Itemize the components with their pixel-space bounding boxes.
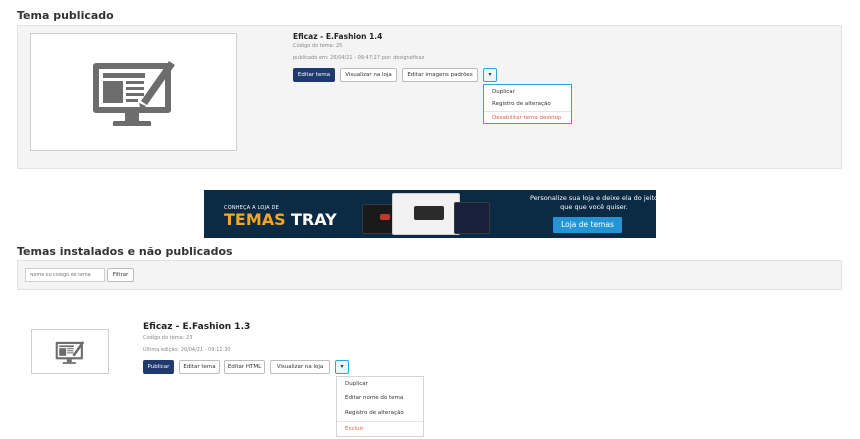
installed-section-title: Temas instalados e não publicados — [17, 245, 233, 258]
edit-theme-button[interactable]: Editar tema — [293, 68, 335, 82]
banner-word-temas: TEMAS — [224, 210, 286, 229]
installed-theme-last-edit: Última edição: 20/04/21 - 09:11:30 — [143, 347, 231, 353]
menu-item-duplicate[interactable]: Duplicar — [484, 86, 571, 98]
chevron-down-icon[interactable]: ▾ — [483, 68, 497, 82]
installed-theme-name: Eficaz - E.Fashion 1.3 — [143, 322, 251, 332]
published-theme-name: Eficaz - E.Fashion 1.4 — [293, 32, 383, 41]
installed-theme-code: Código do tema: 23 — [143, 335, 193, 341]
filter-bar: Filtrar — [17, 260, 842, 290]
published-theme-panel: Eficaz - E.Fashion 1.4 Código do tema: 2… — [17, 25, 842, 169]
menu-divider — [337, 421, 423, 422]
themes-store-button[interactable]: Loja de temas — [553, 217, 622, 233]
published-section-title: Tema publicado — [17, 9, 114, 22]
edit-html-button[interactable]: Editar HTML — [224, 360, 265, 374]
installed-theme-thumbnail — [31, 329, 109, 374]
banner-word-tray: TRAY — [291, 210, 337, 229]
menu-item-duplicate[interactable]: Duplicar — [337, 378, 423, 390]
installed-theme-menu: Duplicar Editar nome do tema Registro de… — [336, 376, 424, 437]
menu-item-rename-theme[interactable]: Editar nome do tema — [337, 392, 423, 404]
theme-search-input[interactable] — [25, 268, 105, 282]
banner-mockup-product — [414, 206, 444, 220]
banner-tagline: Personalize sua loja e deixe ela do jeit… — [530, 194, 656, 211]
view-in-store-button-installed[interactable]: Visualizar na loja — [270, 360, 330, 374]
tray-themes-store-banner[interactable]: CONHEÇA A LOJA DE TEMAS TRAY Personalize… — [204, 190, 656, 238]
menu-item-change-log[interactable]: Registro de alteração — [337, 407, 423, 419]
view-in-store-button[interactable]: Visualizar na loja — [340, 68, 397, 82]
banner-mockup-right — [454, 202, 490, 234]
published-theme-code: Código do tema: 25 — [293, 43, 343, 49]
menu-item-disable-desktop-theme[interactable]: Desabilitar tema desktop — [484, 112, 571, 124]
published-theme-menu: Duplicar Registro de alteração Desabilit… — [483, 84, 572, 124]
menu-item-delete[interactable]: Excluir — [337, 423, 423, 435]
publish-button[interactable]: Publicar — [143, 360, 174, 374]
edit-default-images-button[interactable]: Editar imagens padrões — [402, 68, 478, 82]
menu-item-change-log[interactable]: Registro de alteração — [484, 98, 571, 110]
filter-button[interactable]: Filtrar — [107, 268, 134, 282]
edit-theme-button-installed[interactable]: Editar tema — [179, 360, 220, 374]
published-theme-date: publicado em: 26/04/21 - 09:47:27 por: d… — [293, 55, 425, 61]
monitor-brush-icon — [55, 340, 85, 364]
chevron-down-icon[interactable]: ▾ — [335, 360, 349, 374]
banner-mockup-accent — [380, 214, 390, 220]
monitor-brush-icon — [92, 61, 175, 126]
published-theme-thumbnail — [30, 33, 237, 151]
